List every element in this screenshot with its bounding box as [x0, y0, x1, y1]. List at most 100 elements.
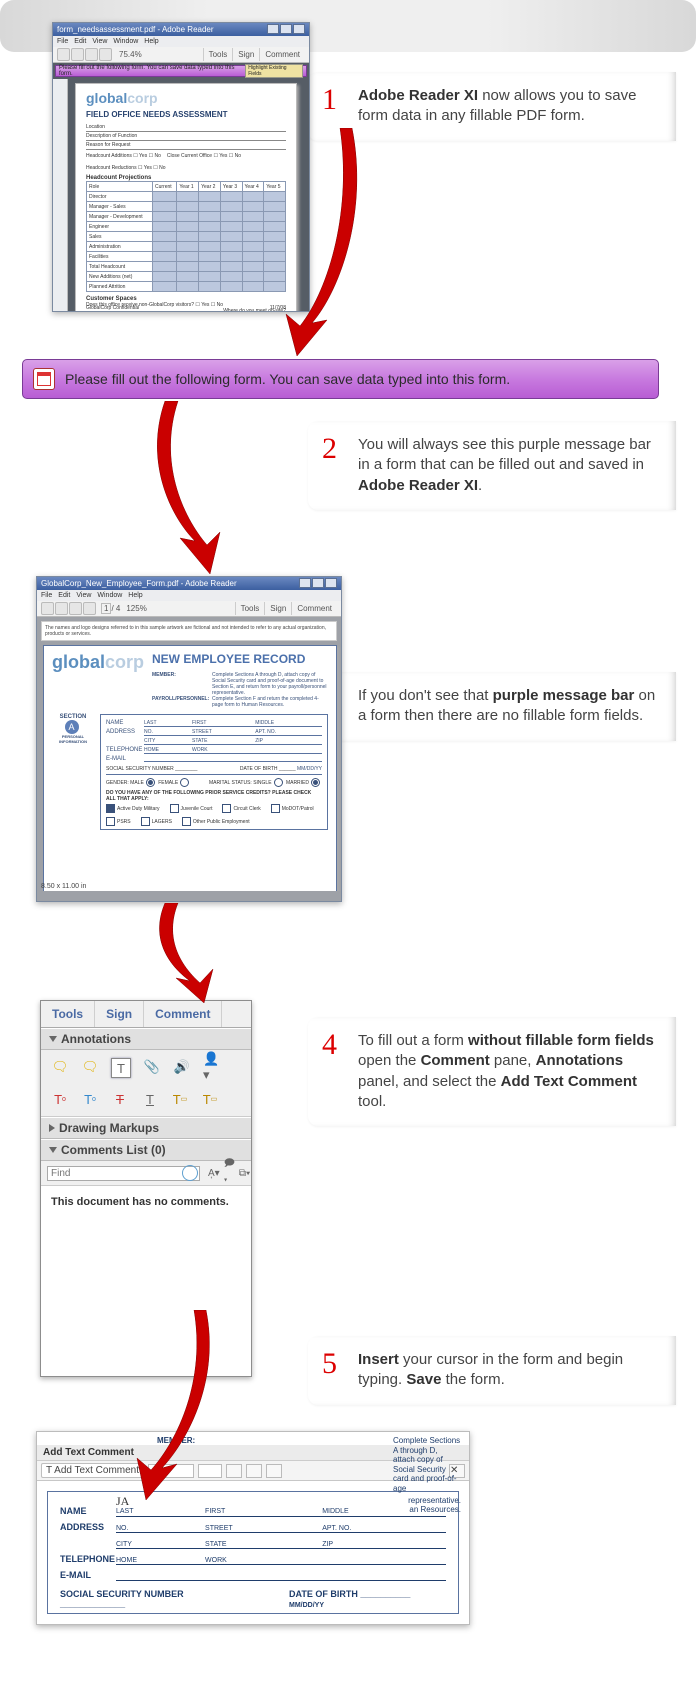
add-text-comment-button[interactable]: T Add Text Comment — [41, 1463, 144, 1478]
menu-item[interactable]: Help — [144, 38, 158, 45]
chevron-down-icon — [49, 1147, 57, 1153]
side-tabs[interactable]: ToolsSignComment — [235, 602, 337, 615]
find-input[interactable] — [47, 1166, 200, 1181]
stamp-icon[interactable]: 👤▾ — [203, 1058, 221, 1076]
replace-text-icon[interactable]: To — [81, 1090, 99, 1108]
comments-list-header[interactable]: Comments List (0) — [41, 1139, 251, 1161]
radio-male[interactable] — [146, 778, 155, 787]
headcount-table: RoleCurrentYear 1Year 2Year 3Year 4Year … — [86, 181, 286, 292]
side-tabs[interactable]: ToolsSignComment — [203, 48, 305, 61]
menubar[interactable]: File Edit View Window Help — [37, 590, 341, 601]
window-buttons[interactable] — [298, 578, 337, 590]
radio-married[interactable] — [311, 778, 320, 787]
menu-item[interactable]: Window — [113, 38, 138, 45]
panel-tab[interactable]: Sign — [95, 1001, 144, 1027]
pdf-page[interactable]: globalcorp NEW EMPLOYEE RECORD MEMBER: C… — [43, 645, 337, 891]
menu-item[interactable]: View — [92, 38, 107, 45]
checkbox[interactable] — [141, 817, 150, 826]
toolbar[interactable]: 75.4% ToolsSignComment — [53, 47, 309, 63]
filter-icon[interactable]: 🗩▾ — [224, 1166, 235, 1180]
add-text-comment-icon[interactable]: T — [111, 1058, 131, 1078]
strikethrough-icon[interactable]: T — [111, 1090, 129, 1108]
drawing-markups-header[interactable]: Drawing Markups — [41, 1117, 251, 1139]
menu-item[interactable]: View — [76, 592, 91, 599]
text-correction-icon[interactable]: T▭ — [201, 1090, 219, 1108]
menu-item[interactable]: Sign — [232, 48, 259, 61]
section-letter-icon: A — [65, 720, 79, 734]
highlight-icon[interactable]: 🗨 — [81, 1058, 99, 1076]
font-select[interactable] — [148, 1464, 194, 1478]
menu-item[interactable]: File — [57, 38, 68, 45]
menu-item[interactable]: Window — [97, 592, 122, 599]
step-5: 5 Insert your cursor in the form and beg… — [308, 1336, 676, 1405]
print-icon[interactable] — [69, 602, 82, 615]
save-icon[interactable] — [71, 48, 84, 61]
annotations-header[interactable]: Annotations — [41, 1028, 251, 1050]
checkbox[interactable] — [271, 804, 280, 813]
panel-tabs[interactable]: ToolsSignComment — [41, 1001, 251, 1028]
step-4: 4 To fill out a form without fillable fo… — [308, 1017, 676, 1126]
purple-message-bar: Please fill out the following form. You … — [22, 359, 659, 399]
checkbox[interactable] — [106, 817, 115, 826]
menu-item[interactable]: Tools — [235, 602, 265, 615]
checkbox[interactable] — [106, 804, 115, 813]
nav-pane[interactable] — [53, 79, 68, 311]
chevron-right-icon — [49, 1124, 55, 1132]
step-num: 4 — [322, 1025, 337, 1066]
panel-tab[interactable]: Tools — [41, 1001, 95, 1027]
open-icon[interactable] — [41, 602, 54, 615]
menu-item[interactable]: Edit — [74, 38, 86, 45]
form-icon — [33, 368, 55, 390]
arrow-3 — [150, 903, 240, 1003]
menubar[interactable]: File Edit View Window Help — [53, 36, 309, 47]
sort-icon[interactable]: A͎▾ — [208, 1166, 220, 1180]
reader-window-1: form_needsassessment.pdf - Adobe Reader … — [52, 22, 310, 312]
bold-icon[interactable] — [266, 1464, 282, 1478]
titlebar[interactable]: form_needsassessment.pdf - Adobe Reader — [53, 23, 309, 36]
menu-item[interactable]: Tools — [203, 48, 233, 61]
menu-item[interactable]: File — [41, 592, 52, 599]
step-num: 2 — [322, 429, 337, 470]
attach-icon[interactable]: 📎 — [143, 1058, 161, 1076]
titlebar[interactable]: GlobalCorp_New_Employee_Form.pdf - Adobe… — [37, 577, 341, 590]
save-icon[interactable] — [55, 602, 68, 615]
typed-text[interactable]: JA — [116, 1494, 129, 1509]
arrow-2 — [150, 401, 240, 576]
insert-text-icon[interactable]: To — [51, 1090, 69, 1108]
mail-icon[interactable] — [99, 48, 112, 61]
highlight-fields-button[interactable]: Highlight Existing Fields — [245, 64, 303, 78]
add-note-to-text-icon[interactable]: T▭ — [171, 1090, 189, 1108]
reader-window-2: GlobalCorp_New_Employee_Form.pdf - Adobe… — [36, 576, 342, 902]
step-2: 2 You will always see this purple messag… — [308, 421, 676, 510]
window-buttons[interactable] — [266, 24, 305, 36]
menu-item[interactable]: Comment — [259, 48, 305, 61]
checkbox[interactable] — [182, 817, 191, 826]
toolbar[interactable]: 1/ 4 125% ToolsSignComment — [37, 601, 341, 617]
record-audio-icon[interactable]: 🔊 — [173, 1058, 191, 1076]
color-icon[interactable] — [226, 1464, 242, 1478]
logo: globalcorp — [86, 90, 286, 106]
print-icon[interactable] — [85, 48, 98, 61]
underline-icon[interactable]: T — [141, 1090, 159, 1108]
menu-item[interactable]: Comment — [291, 602, 337, 615]
mail-icon[interactable] — [83, 602, 96, 615]
radio-female[interactable] — [180, 778, 189, 787]
radio-single[interactable] — [274, 778, 283, 787]
size-select[interactable] — [198, 1464, 222, 1478]
page-heading: NEW EMPLOYEE RECORD — [152, 652, 328, 666]
panel-tab[interactable]: Comment — [144, 1001, 222, 1027]
sticky-note-icon[interactable]: 🗨 — [51, 1058, 69, 1076]
step-num: 1 — [322, 80, 337, 121]
mini-purple-bar: Please fill out the following form. You … — [55, 65, 307, 77]
employee-form[interactable]: NAME LAST FIRST MIDDLE ADDRESS NO. STREE… — [100, 714, 328, 830]
menu-item[interactable]: Help — [128, 592, 142, 599]
menu-item[interactable]: Sign — [264, 602, 291, 615]
options-icon[interactable]: ⧉▾ — [239, 1166, 250, 1180]
checkbox[interactable] — [170, 804, 179, 813]
menu-item[interactable]: Edit — [58, 592, 70, 599]
comment-panel: ToolsSignComment Annotations 🗨 🗨 T 📎 🔊 👤… — [40, 1000, 252, 1377]
find-row: A͎▾ 🗩▾ ⧉▾ — [41, 1161, 251, 1186]
open-icon[interactable] — [57, 48, 70, 61]
align-icon[interactable] — [246, 1464, 262, 1478]
checkbox[interactable] — [222, 804, 231, 813]
